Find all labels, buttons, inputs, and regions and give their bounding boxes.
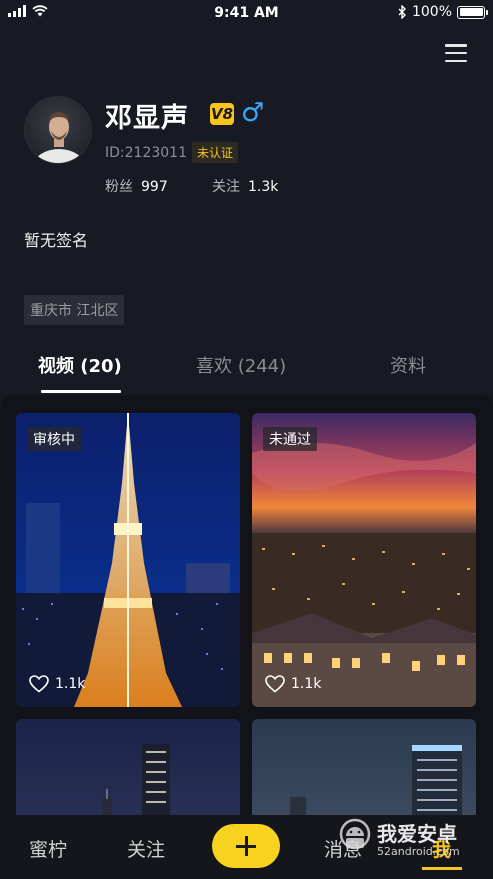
tab-profile-info[interactable]: 资料 <box>390 352 426 378</box>
menu-icon[interactable] <box>445 44 467 62</box>
following-count: 1.3k <box>248 179 279 195</box>
video-thumbnail <box>16 413 240 707</box>
review-status-badge: 审核中 <box>27 427 81 451</box>
status-right-group: 100% <box>398 4 488 20</box>
avatar[interactable] <box>24 96 92 164</box>
battery-percent: 100% <box>411 4 452 20</box>
nav-item-following[interactable]: 关注 <box>127 835 165 862</box>
fans-count: 997 <box>141 179 168 195</box>
likes-counter: 1.1k <box>29 675 85 693</box>
status-bar: 9:41 AM 100% <box>0 0 493 26</box>
following-stat[interactable]: 关注 1.3k <box>212 176 278 196</box>
avatar-person-icon <box>33 112 85 163</box>
video-thumbnail <box>252 413 476 707</box>
watermark-subtitle: 52android.com <box>377 845 460 858</box>
fans-label: 粉丝 <box>105 179 133 195</box>
android-logo-icon <box>339 818 371 850</box>
nav-active-indicator <box>422 867 462 870</box>
location-tag: 重庆市 江北区 <box>24 295 125 325</box>
heart-icon <box>265 675 285 693</box>
nav-item-home[interactable]: 蜜柠 <box>29 835 67 862</box>
bluetooth-icon <box>398 5 406 19</box>
video-thumbnail <box>252 719 476 829</box>
video-card[interactable] <box>252 719 476 829</box>
rejected-status-badge: 未通过 <box>263 427 317 451</box>
following-label: 关注 <box>212 179 240 195</box>
likes-counter: 1.1k <box>265 675 321 693</box>
profile-name: 邓显声 <box>105 103 189 134</box>
likes-count: 1.1k <box>55 676 86 692</box>
battery-level-fill <box>459 8 483 16</box>
heart-icon <box>29 675 49 693</box>
tab-likes[interactable]: 喜欢 (244) <box>196 352 286 378</box>
male-gender-icon: ♂ <box>241 98 265 128</box>
video-card[interactable]: 审核中 1.1k <box>16 413 240 707</box>
create-post-button[interactable] <box>212 824 280 868</box>
watermark-title: 我爱安卓 <box>377 822 457 846</box>
battery-icon <box>457 5 488 19</box>
verify-status-badge[interactable]: 未认证 <box>192 142 239 163</box>
user-id: ID:2123011 <box>105 145 187 161</box>
likes-count: 1.1k <box>291 676 322 692</box>
signature-text[interactable]: 暂无签名 <box>24 227 88 251</box>
video-thumbnail <box>16 719 240 829</box>
video-card[interactable]: 未通过 1.1k <box>252 413 476 707</box>
watermark: 我爱安卓 52android.com <box>335 815 490 865</box>
video-card[interactable] <box>16 719 240 829</box>
fans-stat[interactable]: 粉丝 997 <box>105 176 168 196</box>
tab-active-indicator <box>41 390 121 393</box>
profile-tabs: 视频 (20) 喜欢 (244) 资料 <box>0 352 493 392</box>
vip-badge: V8 <box>210 103 234 125</box>
tab-videos[interactable]: 视频 (20) <box>38 352 122 378</box>
